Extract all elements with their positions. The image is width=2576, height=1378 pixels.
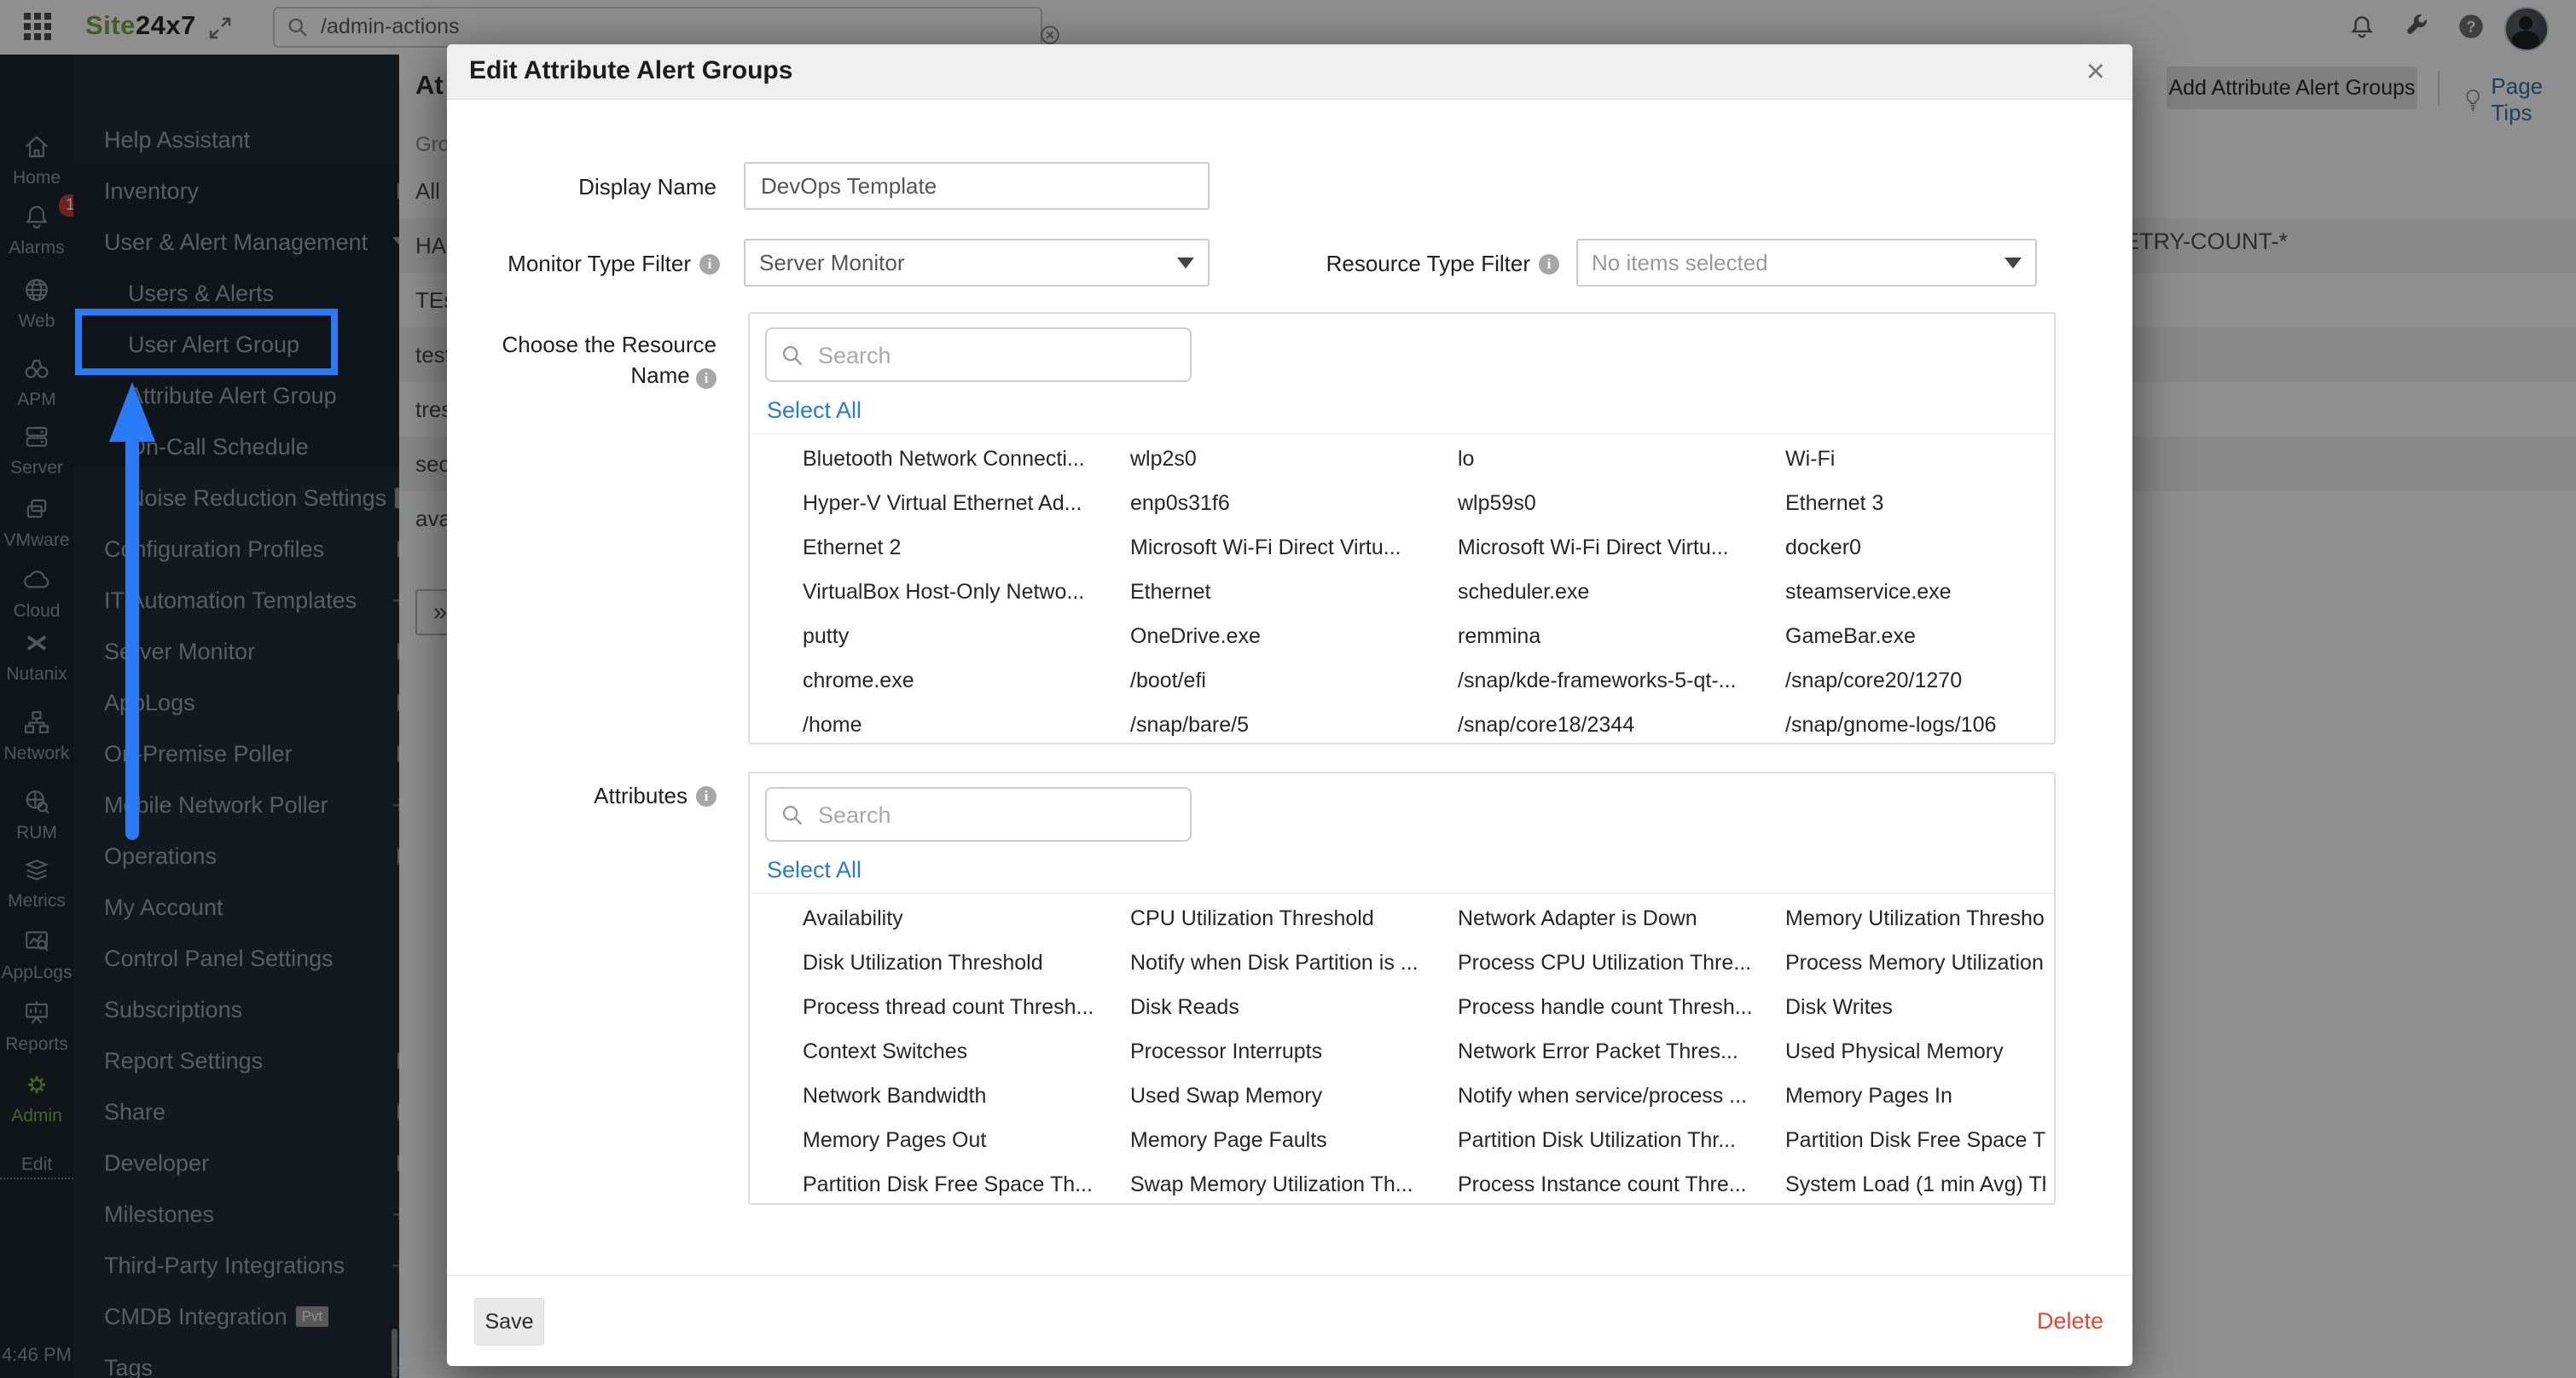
attribute-item[interactable]: Memory Utilization Threshold xyxy=(1785,896,2045,941)
resource-item[interactable]: Wi-Fi xyxy=(1785,437,2045,481)
attribute-item[interactable]: Partition Disk Utilization Thr... xyxy=(1458,1118,1785,1162)
attributes-search-input[interactable] xyxy=(816,792,1178,838)
search-icon xyxy=(782,805,803,825)
resource-item[interactable]: VirtualBox Host-Only Netwo... xyxy=(803,570,1130,614)
resource-item[interactable]: /snap/bare/5 xyxy=(1130,703,1458,747)
footer-divider xyxy=(447,1275,2132,1276)
attribute-item[interactable]: Memory Pages In xyxy=(1785,1074,2045,1118)
attribute-item[interactable]: Notify when service/process ... xyxy=(1458,1074,1785,1118)
resources-select-all-link[interactable]: Select All xyxy=(767,397,862,424)
resource-item[interactable]: lo xyxy=(1458,437,1785,481)
resource-item[interactable]: Ethernet 2 xyxy=(803,525,1130,570)
resource-item[interactable]: /snap/kde-frameworks-5-qt-... xyxy=(1458,658,1785,703)
resource-item[interactable]: /snap/core18/2344 xyxy=(1458,703,1785,747)
choose-resource-name-label: Choose the Resource Name i xyxy=(502,332,717,389)
delete-link[interactable]: Delete xyxy=(2037,1308,2103,1335)
chevron-down-icon xyxy=(1177,257,1194,269)
divider xyxy=(750,893,2054,894)
attribute-item[interactable]: Network Bandwidth xyxy=(803,1074,1130,1118)
resource-item[interactable]: Microsoft Wi-Fi Direct Virtu... xyxy=(1130,525,1458,570)
resource-item[interactable]: /boot/efi xyxy=(1130,658,1458,703)
resource-item[interactable]: Ethernet xyxy=(1130,570,1458,614)
annotation-arrow-head xyxy=(109,382,155,442)
save-button[interactable]: Save xyxy=(474,1298,544,1346)
attributes-label: Attributes i xyxy=(464,783,717,809)
attributes-search xyxy=(765,787,1192,842)
resource-item[interactable]: /snap/core20/1270 xyxy=(1785,658,2045,703)
attribute-item[interactable]: Used Physical Memory xyxy=(1785,1029,2045,1074)
attribute-item[interactable]: Network Adapter is Down xyxy=(1458,896,1785,941)
resource-item[interactable]: scheduler.exe xyxy=(1458,570,1785,614)
resource-search xyxy=(765,327,1192,382)
display-name-field xyxy=(744,162,1210,210)
resource-item[interactable]: Bluetooth Network Connecti... xyxy=(803,437,1130,481)
attribute-item[interactable]: Swap Memory Utilization Th... xyxy=(1130,1162,1458,1207)
attribute-item[interactable]: Process CPU Utilization Thre... xyxy=(1458,941,1785,985)
info-icon[interactable]: i xyxy=(699,253,720,275)
info-icon[interactable]: i xyxy=(696,368,717,389)
resource-item[interactable]: steamservice.exe xyxy=(1785,570,2045,614)
attribute-item[interactable]: Process Instance count Thre... xyxy=(1458,1162,1785,1207)
resource-item[interactable]: enp0s31f6 xyxy=(1130,481,1458,525)
attribute-item[interactable]: Process handle count Thresh... xyxy=(1458,985,1785,1029)
attribute-item[interactable]: Partition Disk Free Space Th... xyxy=(803,1162,1130,1207)
edit-attribute-alert-groups-modal: Edit Attribute Alert Groups × Display Na… xyxy=(447,44,2132,1366)
display-name-input[interactable] xyxy=(759,164,1188,208)
attribute-item[interactable]: Memory Pages Out xyxy=(803,1118,1130,1162)
resource-item[interactable]: OneDrive.exe xyxy=(1130,614,1458,658)
attribute-item[interactable]: Disk Utilization Threshold xyxy=(803,941,1130,985)
resource-item[interactable]: Hyper-V Virtual Ethernet Ad... xyxy=(803,481,1130,525)
attribute-item[interactable]: System Load (1 min Avg) Thr... xyxy=(1785,1162,2045,1207)
attribute-item[interactable]: Context Switches xyxy=(803,1029,1130,1074)
resource-item[interactable]: /home xyxy=(803,703,1130,747)
resource-item[interactable]: wlp59s0 xyxy=(1458,481,1785,525)
attribute-item[interactable]: Process thread count Thresh... xyxy=(803,985,1130,1029)
resource-item[interactable]: wlp2s0 xyxy=(1130,437,1458,481)
resource-item[interactable]: docker0 xyxy=(1785,525,2045,570)
resource-type-filter-select[interactable]: No items selected xyxy=(1576,239,2037,287)
display-name-label: Display Name xyxy=(578,174,717,200)
resource-item[interactable]: remmina xyxy=(1458,614,1785,658)
attribute-item[interactable]: CPU Utilization Threshold xyxy=(1130,896,1458,941)
attribute-item[interactable]: Disk Reads xyxy=(1130,985,1458,1029)
attribute-item[interactable]: Process Memory Utilization ... xyxy=(1785,941,2045,985)
resource-name-panel: Select All Bluetooth Network Connecti...… xyxy=(748,312,2056,744)
attribute-item[interactable]: Disk Writes xyxy=(1785,985,2045,1029)
attribute-item[interactable]: Notify when Disk Partition is ... xyxy=(1130,941,1458,985)
resource-item[interactable]: chrome.exe xyxy=(803,658,1130,703)
info-icon[interactable]: i xyxy=(696,785,717,807)
annotation-highlight-box xyxy=(75,309,338,375)
resource-search-input[interactable] xyxy=(816,333,1178,379)
info-icon[interactable]: i xyxy=(1539,253,1559,275)
attributes-panel: Select All AvailabilityCPU Utilization T… xyxy=(748,772,2056,1205)
resource-type-filter-label: Resource Type Filter i xyxy=(1232,251,1559,277)
attribute-item[interactable]: Availability xyxy=(803,896,1130,941)
close-icon[interactable]: × xyxy=(2086,53,2105,90)
attribute-item[interactable]: Network Error Packet Thres... xyxy=(1458,1029,1785,1074)
monitor-type-filter-select[interactable]: Server Monitor xyxy=(744,239,1210,287)
resource-item[interactable]: Ethernet 3 xyxy=(1785,481,2045,525)
resource-item[interactable]: /snap/gnome-logs/106 xyxy=(1785,703,2045,747)
resource-item[interactable]: GameBar.exe xyxy=(1785,614,2045,658)
divider xyxy=(750,433,2054,434)
annotation-arrow-shaft xyxy=(125,437,139,840)
attribute-item[interactable]: Processor Interrupts xyxy=(1130,1029,1458,1074)
monitor-type-filter-label: Monitor Type Filter i xyxy=(464,251,720,277)
site24x7-app: Site24x7 ? xyxy=(0,0,2576,1378)
resource-item[interactable]: putty xyxy=(803,614,1130,658)
attributes-select-all-link[interactable]: Select All xyxy=(767,857,862,883)
attribute-item[interactable]: Partition Disk Free Space Th... xyxy=(1785,1118,2045,1162)
modal-title: Edit Attribute Alert Groups xyxy=(469,56,793,84)
attribute-item[interactable]: Memory Page Faults xyxy=(1130,1118,1458,1162)
resource-item[interactable]: Microsoft Wi-Fi Direct Virtu... xyxy=(1458,525,1785,570)
search-icon xyxy=(782,345,803,366)
attribute-item[interactable]: Used Swap Memory xyxy=(1130,1074,1458,1118)
chevron-down-icon xyxy=(2005,257,2022,269)
modal-header: Edit Attribute Alert Groups × xyxy=(447,44,2132,100)
